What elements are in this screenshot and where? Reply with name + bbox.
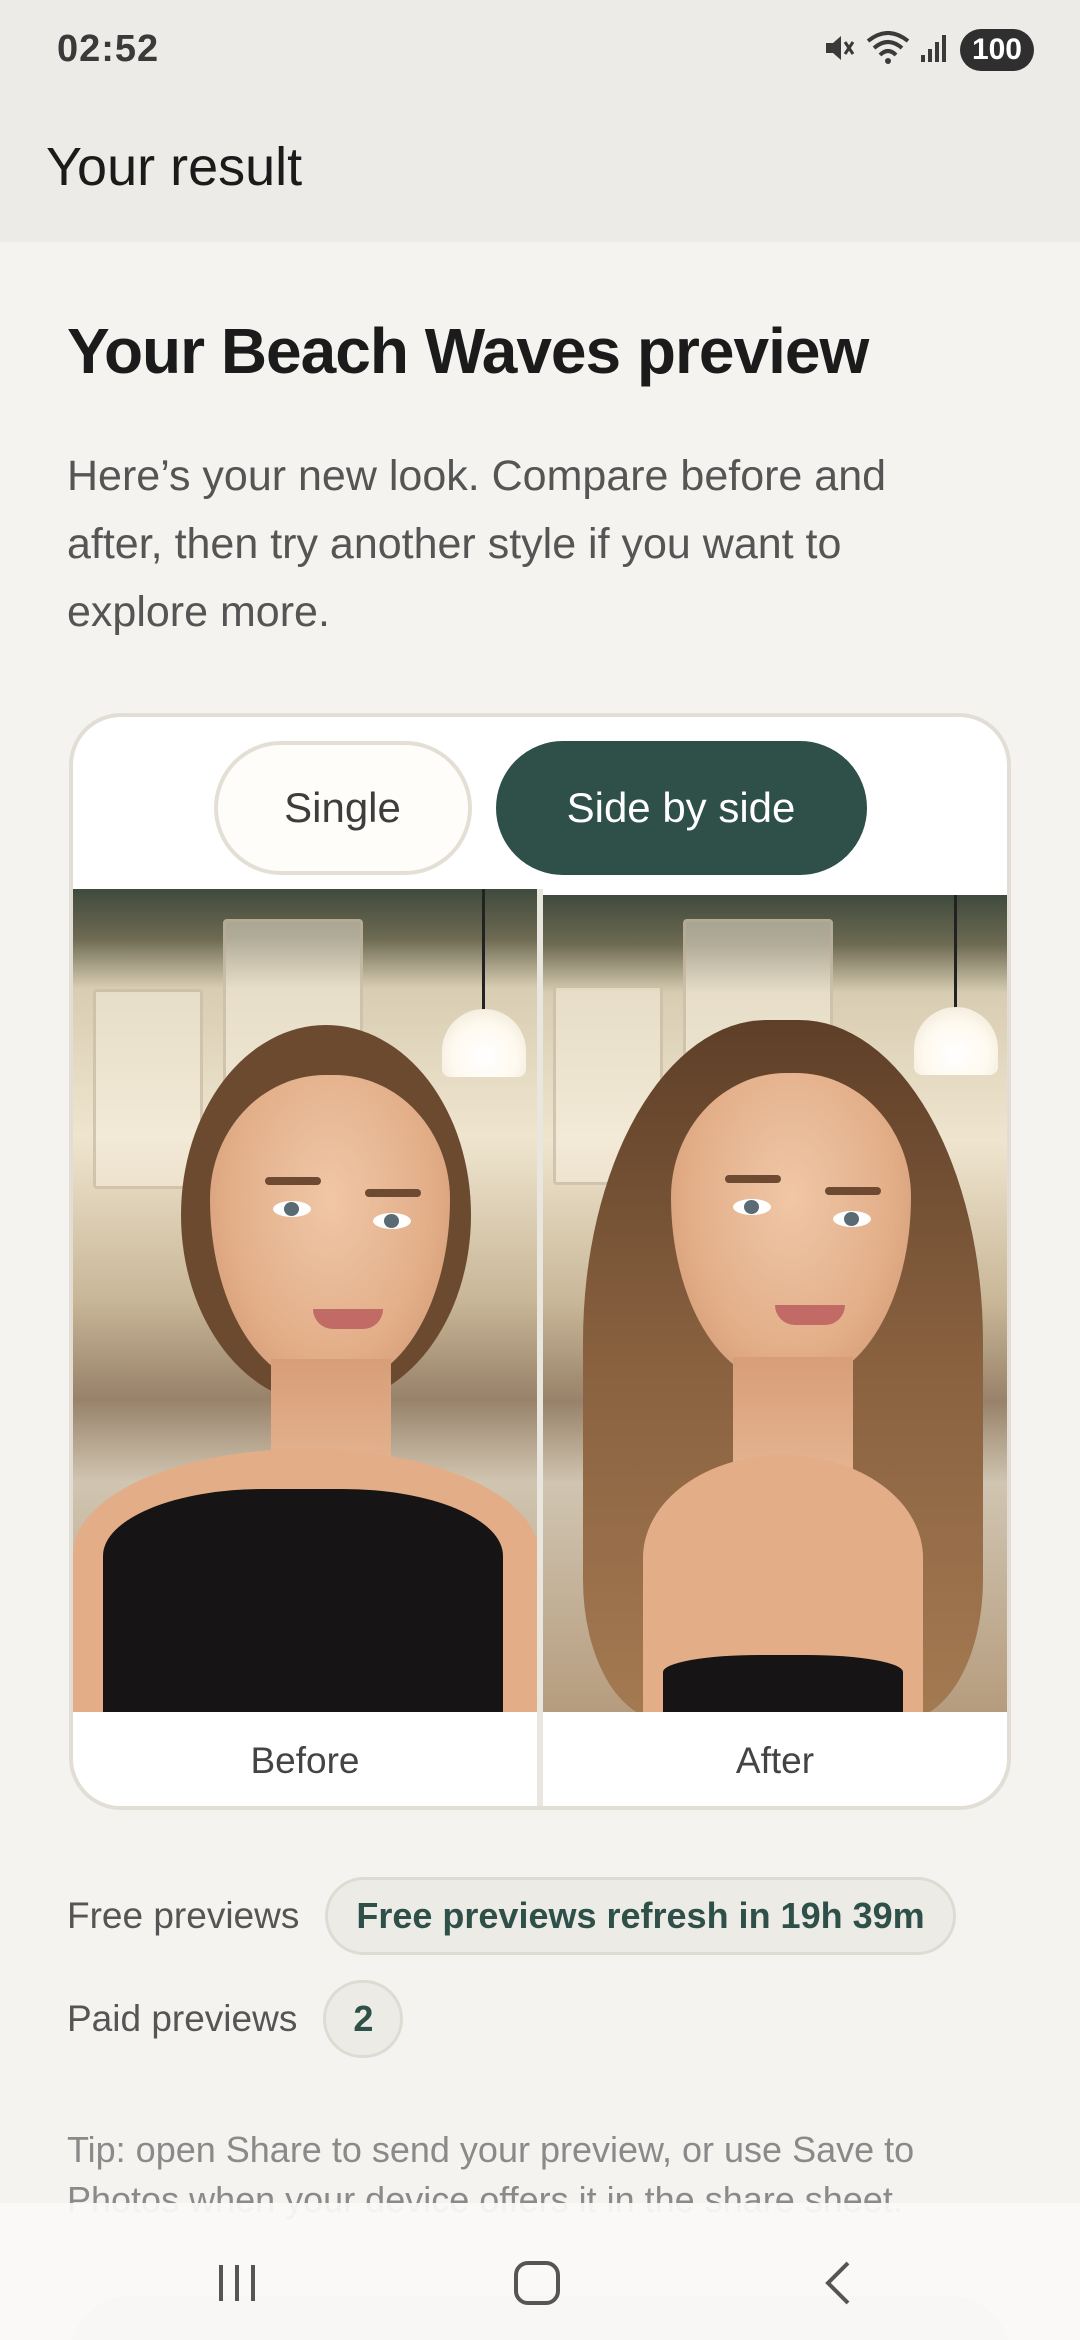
page-title: Your result [46, 137, 303, 197]
status-time: 02:52 [57, 28, 160, 70]
free-previews-row: Free previews Free previews refresh in 1… [67, 1877, 956, 1955]
signal-icon [920, 33, 950, 68]
app-bar: Your result [0, 100, 1080, 242]
paid-previews-row: Paid previews 2 [67, 1980, 404, 2058]
paid-previews-count-badge: 2 [323, 1980, 404, 2058]
paid-previews-label: Paid previews [67, 1998, 298, 2039]
battery-icon: 100 [959, 29, 1034, 71]
photo-comparison: Before After [73, 889, 1007, 1806]
before-photo[interactable] [73, 889, 537, 1712]
after-column: After [543, 889, 1007, 1806]
result-headline: Your Beach Waves preview [67, 315, 869, 387]
mute-icon [822, 31, 856, 70]
after-photo[interactable] [543, 895, 1007, 1712]
wifi-icon [866, 30, 910, 70]
system-nav-bar [0, 2203, 1080, 2340]
recent-apps-icon[interactable] [213, 2259, 261, 2312]
side-by-side-mode-button[interactable]: Side by side [495, 741, 867, 875]
home-icon[interactable] [512, 2259, 562, 2312]
before-caption: Before [250, 1740, 360, 1781]
compare-card: Single Side by side Before After [69, 713, 1011, 1810]
free-previews-badge: Free previews refresh in 19h 39m [325, 1877, 956, 1955]
status-bar: 02:52 100 [0, 0, 1080, 100]
before-column: Before [73, 889, 537, 1806]
free-previews-label: Free previews [67, 1895, 300, 1936]
view-mode-toggle: Single Side by side [73, 717, 1007, 889]
result-intro: Here’s your new look. Compare before and… [67, 452, 887, 636]
status-icons: 100 [822, 26, 1034, 74]
after-caption: After [735, 1740, 815, 1781]
single-mode-button[interactable]: Single [213, 741, 472, 875]
back-icon[interactable] [818, 2259, 858, 2312]
